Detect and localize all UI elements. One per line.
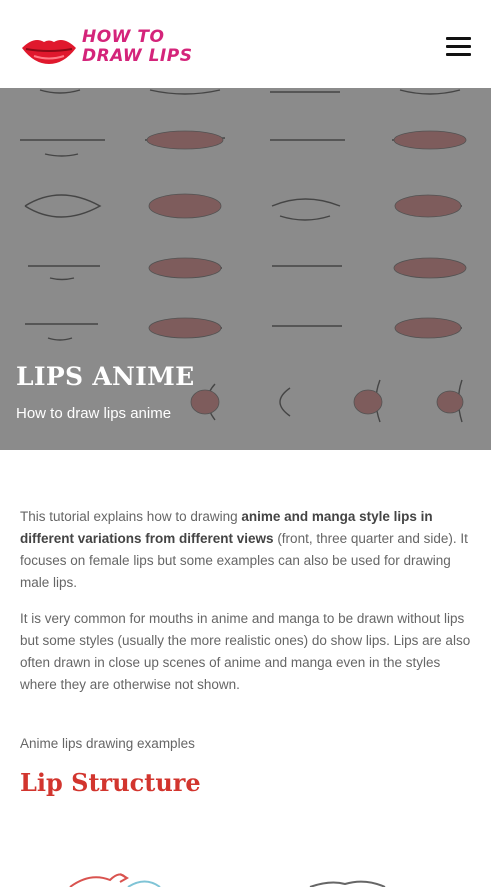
logo-text: HOW TO DRAW LIPS [82, 28, 192, 66]
page-title: LIPS ANIME [16, 362, 195, 391]
menu-bar [446, 37, 471, 40]
lips-logo-icon [22, 40, 76, 64]
image-caption: Anime lips drawing examples [20, 736, 195, 751]
hero-banner: LIPS ANIME How to draw lips anime [0, 88, 491, 450]
menu-bar [446, 53, 471, 56]
hero-overlay [0, 88, 491, 450]
logo-line-1: HOW TO [82, 27, 165, 47]
menu-bar [446, 45, 471, 48]
hamburger-menu-icon[interactable] [446, 36, 471, 58]
page-subtitle: How to draw lips anime [16, 405, 172, 422]
paragraph-text: This tutorial explains how to drawing [20, 509, 242, 524]
site-header: HOW TO DRAW LIPS [0, 0, 491, 88]
article-paragraph-1: This tutorial explains how to drawing an… [20, 506, 472, 594]
section-heading: Lip Structure [20, 768, 201, 797]
site-logo[interactable]: HOW TO DRAW LIPS [20, 28, 195, 70]
article-content: This tutorial explains how to drawing an… [20, 506, 472, 710]
lip-structure-image [69, 873, 386, 887]
article-paragraph-2: It is very common for mouths in anime an… [20, 611, 471, 692]
logo-line-2: DRAW LIPS [82, 46, 193, 66]
